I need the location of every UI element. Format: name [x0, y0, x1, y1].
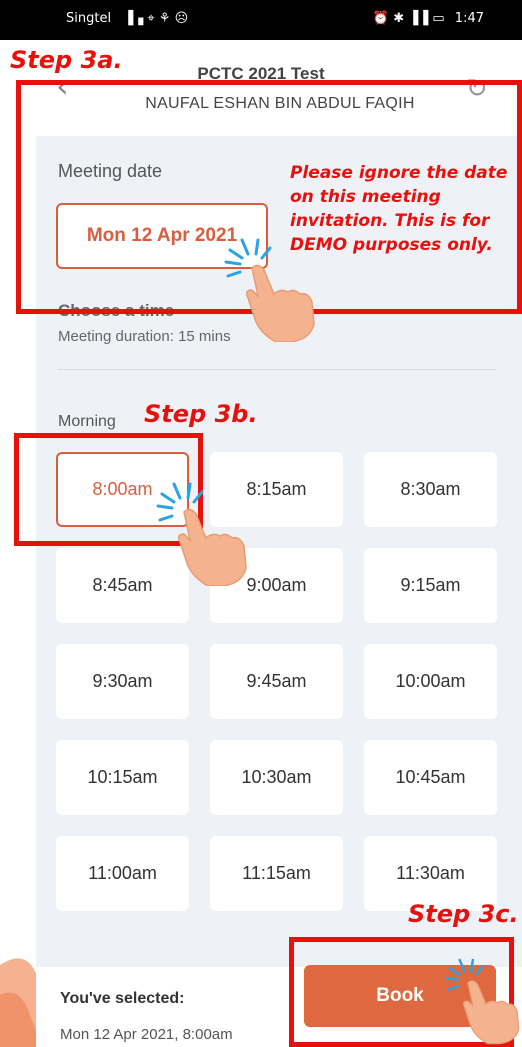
time-slot-button[interactable]: 9:45am [210, 644, 343, 719]
time-slot-button[interactable]: 9:15am [364, 548, 497, 623]
morning-label: Morning [58, 413, 116, 430]
time-slot-button[interactable]: 11:15am [210, 836, 343, 911]
step-3b-label: Step 3b. [144, 400, 258, 428]
pointing-hand-icon [224, 238, 315, 342]
status-indicators-icon: ▐▗ ⌖ ⚘ ☹ [123, 11, 189, 26]
meeting-duration-label: Meeting duration: 15 mins [58, 328, 231, 345]
pointing-hand-icon [445, 958, 520, 1045]
carrier-label: Singtel [66, 11, 112, 26]
pointing-hand-icon [156, 482, 247, 586]
selected-label: You've selected: [60, 990, 185, 1007]
time-slot-button[interactable]: 11:00am [56, 836, 189, 911]
status-right: ⏰ ✱ ▐▐ ▭ 1:47 [373, 11, 484, 26]
status-right-icons: ⏰ ✱ ▐▐ ▭ [372, 11, 445, 26]
time-slot-button[interactable]: 10:30am [210, 740, 343, 815]
divider [58, 369, 496, 370]
time-slot-button[interactable]: 9:30am [56, 644, 189, 719]
step-3a-label: Step 3a. [10, 46, 123, 74]
step-3c-label: Step 3c. [408, 900, 519, 928]
selected-value: Mon 12 Apr 2021, 8:00am [60, 1026, 233, 1043]
time-slot-button[interactable]: 10:45am [364, 740, 497, 815]
status-left: Singtel ▐▗ ⌖ ⚘ ☹ [66, 11, 188, 26]
time-slot-button[interactable]: 10:00am [364, 644, 497, 719]
status-bar: Singtel ▐▗ ⌖ ⚘ ☹ ⏰ ✱ ▐▐ ▭ 1:47 [0, 0, 522, 40]
time-slot-button[interactable]: 8:30am [364, 452, 497, 527]
clock: 1:47 [454, 11, 484, 26]
time-slot-button[interactable]: 10:15am [56, 740, 189, 815]
demo-note: Please ignore the date on this meeting i… [290, 163, 508, 255]
